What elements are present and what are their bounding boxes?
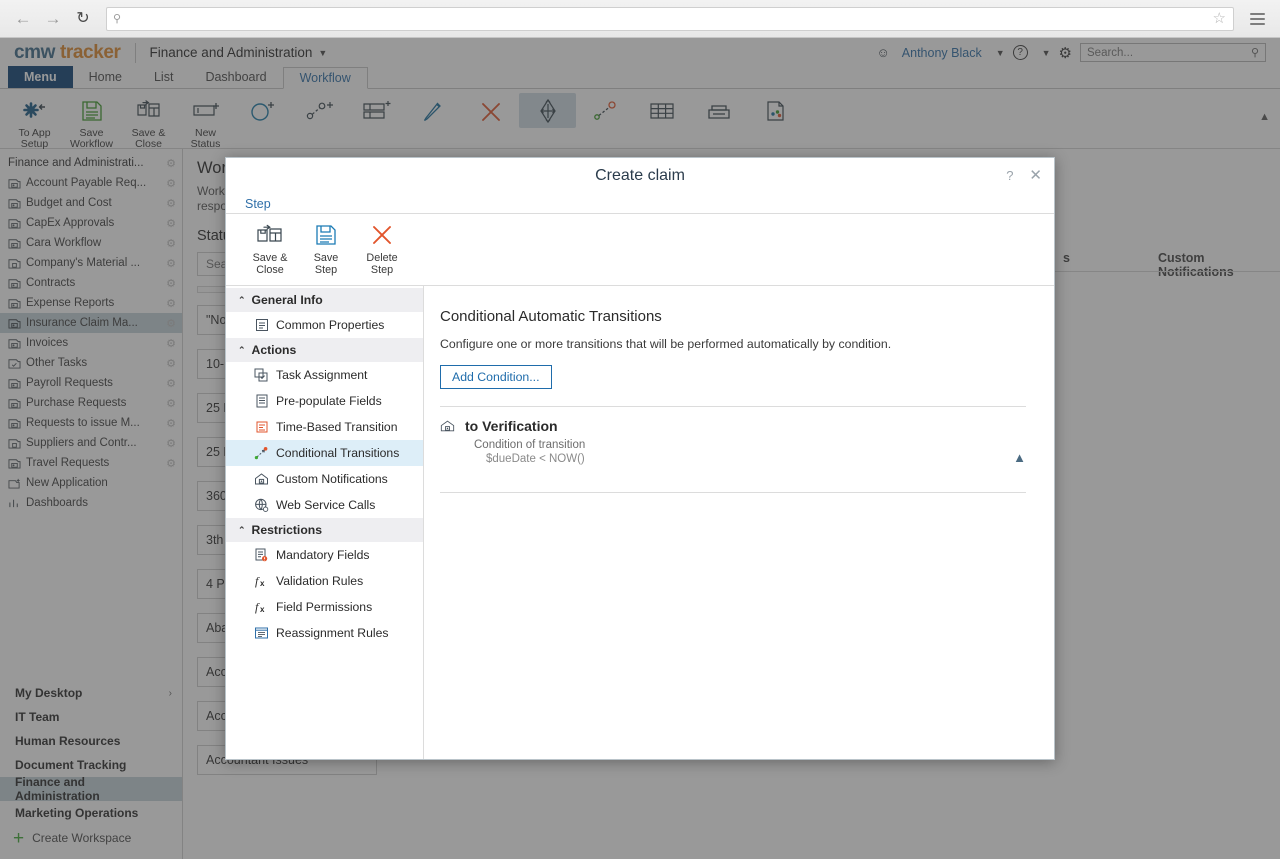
custom-notifications-icon: [254, 472, 269, 487]
nav-item-pre-populate-fields[interactable]: Pre-populate Fields: [226, 388, 423, 414]
validation-rules-icon: fx: [254, 574, 269, 589]
dialog-body: ⌃ General Info Common Properties ⌃ Actio…: [226, 286, 1054, 759]
save-and-close-button[interactable]: Save & Close: [244, 222, 296, 276]
browser-toolbar: ← → ↻ ⚲ ☆: [0, 0, 1280, 38]
save-step-button[interactable]: Save Step: [300, 222, 352, 276]
hamburger-menu-icon[interactable]: [1244, 6, 1270, 32]
nav-group-restrictions[interactable]: ⌃ Restrictions: [226, 518, 423, 542]
content-description: Configure one or more transitions that w…: [440, 337, 892, 351]
delete-step-icon: [370, 222, 394, 248]
save-close-icon: [256, 222, 284, 248]
dialog-ribbon-label-line2: Close: [256, 264, 284, 276]
nav-group-general-info[interactable]: ⌃ General Info: [226, 288, 423, 312]
dialog-ribbon: Save & Close Save Step Delete Step: [226, 214, 1054, 286]
nav-group-label: General Info: [251, 293, 323, 307]
dialog-buttons: ? ✕: [1006, 168, 1042, 183]
back-arrow-icon[interactable]: ←: [10, 6, 36, 32]
chevron-up-icon: ⌃: [238, 294, 246, 305]
svg-text:x: x: [260, 579, 265, 588]
task-assignment-icon: [254, 368, 269, 383]
nav-item-label: Time-Based Transition: [276, 420, 398, 434]
dialog-title: Create claim: [595, 167, 685, 184]
condition-header: to Verification: [440, 418, 1026, 434]
nav-item-label: Web Service Calls: [276, 498, 376, 512]
dialog-tabs: Step: [226, 194, 1054, 214]
add-condition-button[interactable]: Add Condition...: [440, 365, 552, 389]
dialog-ribbon-label-line2: Step: [370, 264, 394, 276]
field-permissions-icon: fx: [254, 600, 269, 615]
dialog-title-bar: Create claim ? ✕: [226, 158, 1054, 194]
tab-step[interactable]: Step: [241, 197, 275, 213]
common-properties-icon: [254, 318, 269, 333]
chevron-up-icon: ⌃: [238, 524, 246, 535]
nav-item-label: Task Assignment: [276, 368, 368, 382]
nav-item-common-properties[interactable]: Common Properties: [226, 312, 423, 338]
nav-item-time-based-transition[interactable]: Time-Based Transition: [226, 414, 423, 440]
nav-item-label: Conditional Transitions: [276, 446, 400, 460]
pre-populate-fields-icon: [254, 394, 269, 409]
nav-item-validation-rules[interactable]: fx Validation Rules: [226, 568, 423, 594]
star-icon[interactable]: ☆: [1213, 11, 1226, 26]
save-step-icon: [314, 222, 338, 248]
forward-arrow-icon[interactable]: →: [40, 6, 66, 32]
mandatory-fields-icon: [254, 548, 269, 563]
close-icon[interactable]: ✕: [1029, 168, 1042, 183]
reassignment-rules-icon: [254, 626, 269, 641]
nav-item-label: Validation Rules: [276, 574, 364, 588]
nav-item-label: Field Permissions: [276, 600, 373, 614]
nav-item-label: Pre-populate Fields: [276, 394, 382, 408]
nav-item-label: Custom Notifications: [276, 472, 388, 486]
condition-target: to Verification: [465, 418, 558, 434]
nav-item-conditional-transitions[interactable]: Conditional Transitions: [226, 440, 423, 466]
dialog-nav: ⌃ General Info Common Properties ⌃ Actio…: [226, 286, 424, 759]
nav-item-label: Mandatory Fields: [276, 548, 370, 562]
nav-group-label: Actions: [251, 343, 297, 357]
dialog-content: Conditional Automatic Transitions Config…: [424, 286, 1054, 759]
dialog-ribbon-label-line1: Save: [313, 252, 339, 264]
help-icon[interactable]: ?: [1006, 168, 1013, 183]
nav-item-custom-notifications[interactable]: Custom Notifications: [226, 466, 423, 492]
web-service-calls-icon: [254, 498, 269, 513]
reload-icon[interactable]: ↻: [70, 6, 96, 32]
time-based-transition-icon: [254, 420, 269, 435]
dialog-ribbon-label-line1: Save &: [252, 252, 288, 264]
nav-item-label: Reassignment Rules: [276, 626, 389, 640]
divider: [440, 492, 1026, 493]
condition-expression: $dueDate < NOW(): [486, 453, 585, 465]
chevron-up-icon[interactable]: ▲: [1013, 450, 1026, 465]
nav-item-reassignment-rules[interactable]: Reassignment Rules: [226, 620, 423, 646]
search-icon: ⚲: [113, 13, 122, 25]
content-heading: Conditional Automatic Transitions: [440, 308, 662, 325]
nav-item-mandatory-fields[interactable]: Mandatory Fields: [226, 542, 423, 568]
svg-text:x: x: [260, 605, 265, 614]
nav-group-actions[interactable]: ⌃ Actions: [226, 338, 423, 362]
dialog-ribbon-label-line2: Step: [314, 264, 338, 276]
step-icon: [440, 419, 455, 434]
condition-row: to Verification Condition of transition …: [440, 407, 1026, 475]
conditional-transitions-icon: [254, 446, 269, 461]
nav-item-field-permissions[interactable]: fx Field Permissions: [226, 594, 423, 620]
chevron-up-icon: ⌃: [238, 344, 246, 355]
address-bar[interactable]: ⚲ ☆: [106, 6, 1234, 31]
dialog-ribbon-label-line1: Delete: [366, 252, 398, 264]
create-claim-dialog: Create claim ? ✕ Step Save & Close Save …: [225, 157, 1055, 760]
screen: ← → ↻ ⚲ ☆ cmw tracker Finance and Admini…: [0, 0, 1280, 859]
nav-item-label: Common Properties: [276, 318, 385, 332]
nav-group-label: Restrictions: [251, 523, 322, 537]
nav-item-web-service-calls[interactable]: Web Service Calls: [226, 492, 423, 518]
nav-item-task-assignment[interactable]: Task Assignment: [226, 362, 423, 388]
delete-step-button[interactable]: Delete Step: [356, 222, 408, 276]
condition-label: Condition of transition: [474, 439, 586, 451]
